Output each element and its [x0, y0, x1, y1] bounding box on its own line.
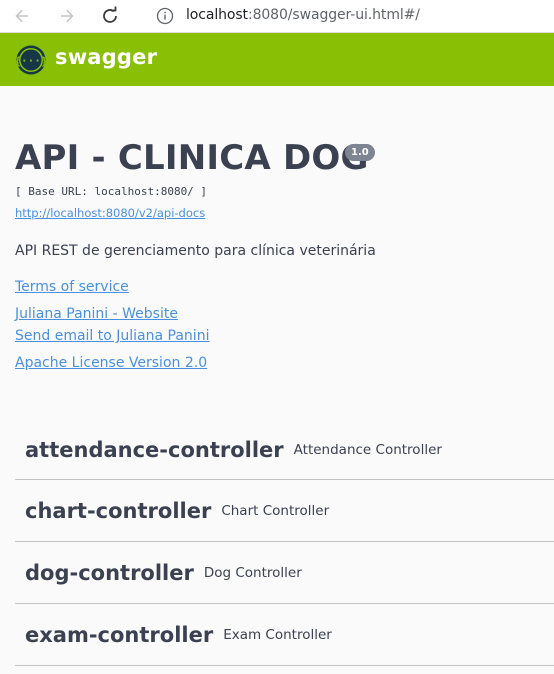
controller-name: attendance-controller: [25, 437, 284, 462]
address-bar[interactable]: localhost:8080/swagger-ui.html#/: [139, 0, 554, 32]
forward-button[interactable]: [56, 5, 78, 27]
url-path: :8080/swagger-ui.html#/: [247, 7, 420, 23]
svg-text:{···}: {···}: [16, 55, 46, 68]
controller-name: dog-controller: [25, 560, 194, 585]
url-text[interactable]: localhost:8080/swagger-ui.html#/: [186, 7, 420, 23]
api-description: API REST de gerenciamento para clínica v…: [15, 243, 376, 259]
controller-name: exam-controller: [25, 622, 214, 647]
license-link[interactable]: Apache License Version 2.0: [15, 355, 207, 371]
back-button[interactable]: [11, 5, 33, 27]
controller-section-attendance[interactable]: attendance-controller Attendance Control…: [15, 420, 554, 480]
swagger-topbar: {···} swagger: [0, 33, 554, 86]
swagger-logo-text[interactable]: swagger: [55, 45, 157, 69]
reload-button[interactable]: [99, 5, 121, 27]
api-title: API - CLINICA DOG: [15, 138, 369, 178]
url-host: localhost: [186, 7, 248, 23]
reload-icon: [103, 6, 117, 23]
version-badge: 1.0: [345, 144, 375, 161]
controller-section-chart[interactable]: chart-controller Chart Controller: [15, 480, 554, 542]
api-docs-link[interactable]: http://localhost:8080/v2/api-docs: [15, 206, 205, 220]
controller-description: Dog Controller: [203, 564, 302, 581]
arrow-left-icon: [15, 9, 28, 23]
info-icon[interactable]: [156, 7, 174, 25]
controller-description: Attendance Controller: [293, 441, 442, 458]
browser-toolbar: localhost:8080/swagger-ui.html#/: [0, 0, 554, 33]
terms-of-service-link[interactable]: Terms of service: [15, 279, 129, 295]
swagger-logo-icon[interactable]: {···}: [16, 45, 46, 75]
controller-description: Exam Controller: [223, 626, 332, 643]
base-url: [ Base URL: localhost:8080/ ]: [15, 185, 208, 198]
arrow-right-icon: [61, 9, 74, 23]
controller-name: chart-controller: [25, 498, 212, 523]
controller-section-dog[interactable]: dog-controller Dog Controller: [15, 542, 554, 604]
contact-website-link[interactable]: Juliana Panini - Website: [15, 306, 178, 322]
controller-description: Chart Controller: [221, 502, 330, 519]
contact-email-link[interactable]: Send email to Juliana Panini: [15, 328, 209, 344]
controller-section-exam[interactable]: exam-controller Exam Controller: [15, 604, 554, 666]
